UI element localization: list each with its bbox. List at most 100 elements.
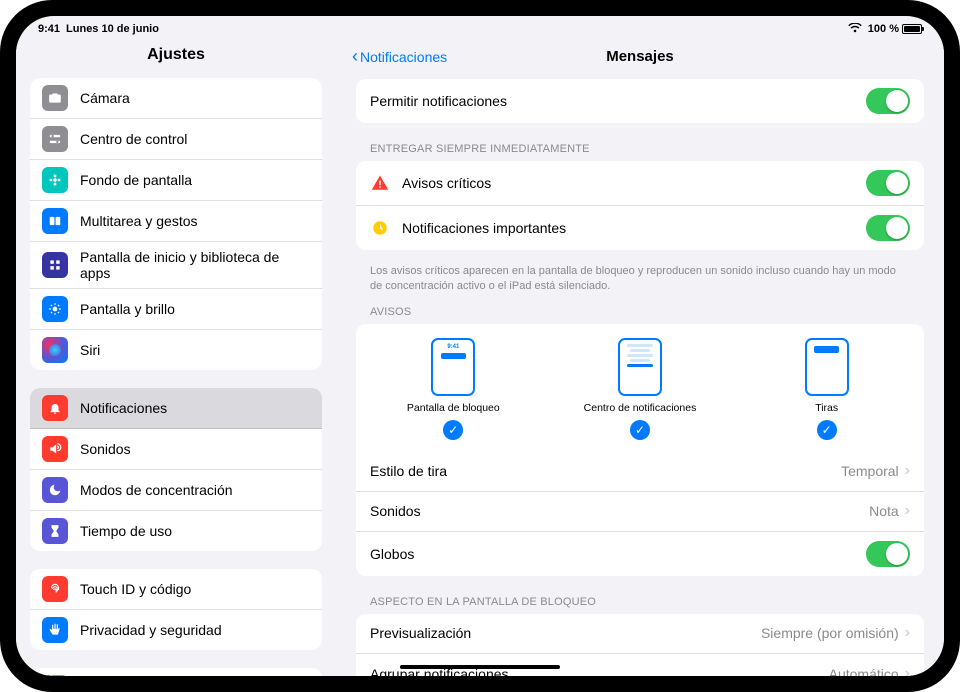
sidebar-title: Ajustes: [16, 38, 336, 78]
critical-alerts-row: Avisos críticos: [356, 161, 924, 206]
back-label: Notificaciones: [360, 49, 447, 65]
sidebar-group-4: App Store: [30, 668, 322, 676]
sidebar-item-camera[interactable]: Cámara: [30, 78, 322, 119]
lock-screen-preview: 9:41: [431, 338, 475, 396]
sidebar-item-wallpaper[interactable]: Fondo de pantalla: [30, 160, 322, 201]
allow-notifications-section: Permitir notificaciones: [356, 79, 924, 123]
sidebar-item-focus[interactable]: Modos de concentración: [30, 470, 322, 511]
main-scroll[interactable]: Permitir notificaciones ENTREGAR SIEMPRE…: [336, 79, 944, 676]
critical-alerts-toggle[interactable]: [866, 170, 910, 196]
sidebar-item-label: Privacidad y seguridad: [80, 622, 222, 638]
sidebar-item-label: Touch ID y código: [80, 581, 191, 597]
alert-option-banners[interactable]: Tiras ✓: [737, 338, 916, 440]
alert-styles-row: 9:41 Pantalla de bloqueo ✓ Centro: [356, 324, 924, 452]
sidebar-item-control-center[interactable]: Centro de control: [30, 119, 322, 160]
status-date: Lunes 10 de junio: [66, 23, 159, 35]
settings-sidebar: Ajustes Cámara Centro de control: [16, 38, 336, 676]
flower-icon: [42, 167, 68, 193]
sidebar-item-label: Pantalla y brillo: [80, 301, 175, 317]
notification-center-preview: [618, 338, 662, 396]
squares-icon: [42, 208, 68, 234]
sidebar-item-display-brightness[interactable]: Pantalla y brillo: [30, 289, 322, 330]
sidebar-item-screen-time[interactable]: Tiempo de uso: [30, 511, 322, 551]
status-left: 9:41 Lunes 10 de junio: [38, 20, 159, 38]
sidebar-item-privacy[interactable]: Privacidad y seguridad: [30, 610, 322, 650]
banner-preview: [805, 338, 849, 396]
sun-icon: [42, 296, 68, 322]
sidebar-group-2: Notificaciones Sonidos Modos de concentr…: [30, 388, 322, 551]
home-indicator[interactable]: [400, 665, 560, 669]
chevron-right-icon: ›: [905, 502, 910, 520]
main-panel: ‹ Notificaciones Mensajes Permitir notif…: [336, 38, 944, 676]
warning-icon: [370, 173, 390, 193]
banner-style-label: Estilo de tira: [370, 463, 447, 479]
sidebar-item-appstore[interactable]: App Store: [30, 668, 322, 676]
sounds-value: Nota: [869, 503, 899, 519]
siri-icon: [42, 337, 68, 363]
banner-style-value: Temporal: [841, 463, 899, 479]
sidebar-item-label: Fondo de pantalla: [80, 172, 192, 188]
chevron-right-icon: ›: [905, 665, 910, 676]
time-sensitive-toggle[interactable]: [866, 215, 910, 241]
speaker-icon: [42, 436, 68, 462]
main-header: ‹ Notificaciones Mensajes: [336, 38, 944, 79]
status-right: 100 %: [848, 20, 922, 38]
sidebar-item-label: Pantalla de inicio y biblioteca de apps: [80, 249, 310, 281]
battery-text: 100 %: [868, 23, 899, 35]
allow-notifications-label: Permitir notificaciones: [370, 93, 507, 109]
alert-option-label: Centro de notificaciones: [584, 402, 697, 414]
check-icon: ✓: [630, 420, 650, 440]
clock-alert-icon: [370, 218, 390, 238]
bell-icon: [42, 395, 68, 421]
sidebar-group-3: Touch ID y código Privacidad y seguridad: [30, 569, 322, 650]
alerts-section: 9:41 Pantalla de bloqueo ✓ Centro: [356, 324, 924, 576]
sidebar-item-notifications[interactable]: Notificaciones: [30, 388, 322, 429]
sidebar-item-sounds[interactable]: Sonidos: [30, 429, 322, 470]
critical-alerts-label: Avisos críticos: [402, 175, 491, 191]
preview-value: Siempre (por omisión): [761, 625, 899, 641]
badges-label: Globos: [370, 546, 414, 562]
sidebar-item-label: Tiempo de uso: [80, 523, 172, 539]
check-icon: ✓: [443, 420, 463, 440]
alert-option-notification-center[interactable]: Centro de notificaciones ✓: [551, 338, 730, 440]
fingerprint-icon: [42, 576, 68, 602]
time-sensitive-label: Notificaciones importantes: [402, 220, 566, 236]
hand-icon: [42, 617, 68, 643]
back-button[interactable]: ‹ Notificaciones: [352, 46, 447, 67]
alert-option-label: Tiras: [815, 402, 838, 414]
sidebar-item-home-screen[interactable]: Pantalla de inicio y biblioteca de apps: [30, 242, 322, 289]
time-sensitive-row: Notificaciones importantes: [356, 206, 924, 250]
sidebar-item-label: Notificaciones: [80, 400, 167, 416]
sidebar-item-label: Sonidos: [80, 441, 131, 457]
ipad-frame: 9:41 Lunes 10 de junio 100 % Ajustes: [0, 0, 960, 692]
page-title: Mensajes: [606, 48, 674, 65]
alerts-header: AVISOS: [356, 294, 924, 324]
sidebar-item-label: Modos de concentración: [80, 482, 233, 498]
sidebar-item-label: Siri: [80, 342, 100, 358]
sidebar-item-multitasking[interactable]: Multitarea y gestos: [30, 201, 322, 242]
moon-icon: [42, 477, 68, 503]
sounds-label: Sonidos: [370, 503, 421, 519]
allow-notifications-toggle[interactable]: [866, 88, 910, 114]
ipad-screen: 9:41 Lunes 10 de junio 100 % Ajustes: [16, 16, 944, 676]
chevron-right-icon: ›: [905, 462, 910, 480]
preview-label: Previsualización: [370, 625, 471, 641]
sidebar-item-touchid[interactable]: Touch ID y código: [30, 569, 322, 610]
sidebar-item-label: Cámara: [80, 90, 130, 106]
sounds-row[interactable]: Sonidos Nota ›: [356, 492, 924, 532]
badges-toggle[interactable]: [866, 541, 910, 567]
sidebar-item-siri[interactable]: Siri: [30, 330, 322, 370]
deliver-section: Avisos críticos Notificaciones important…: [356, 161, 924, 250]
alert-option-lock-screen[interactable]: 9:41 Pantalla de bloqueo ✓: [364, 338, 543, 440]
deliver-header: ENTREGAR SIEMPRE INMEDIATAMENTE: [356, 131, 924, 161]
sidebar-scroll[interactable]: Cámara Centro de control Fondo de pantal…: [16, 78, 336, 676]
check-icon: ✓: [817, 420, 837, 440]
sidebar-item-label: Multitarea y gestos: [80, 213, 198, 229]
status-bar: 9:41 Lunes 10 de junio 100 %: [16, 16, 944, 38]
banner-style-row[interactable]: Estilo de tira Temporal ›: [356, 452, 924, 492]
grouping-value: Automático: [829, 666, 899, 676]
grid-icon: [42, 252, 68, 278]
preview-row[interactable]: Previsualización Siempre (por omisión)›: [356, 614, 924, 654]
switches-icon: [42, 126, 68, 152]
deliver-footer: Los avisos críticos aparecen en la panta…: [356, 258, 924, 294]
